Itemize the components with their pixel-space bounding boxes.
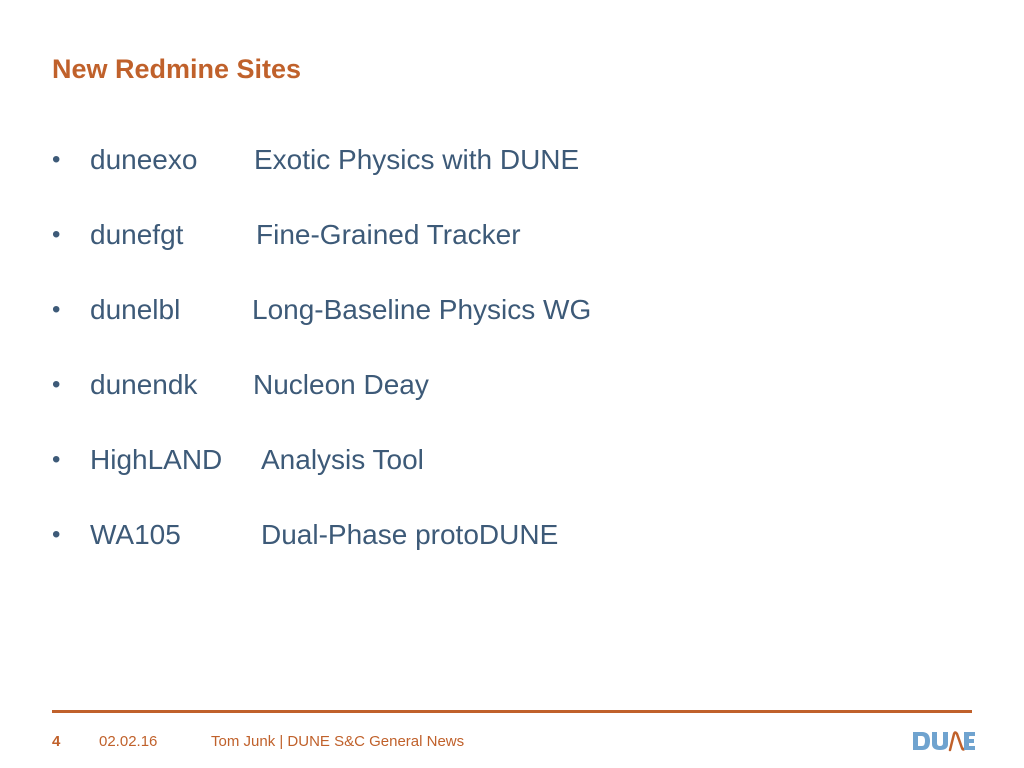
- site-name: dunefgt: [90, 219, 184, 250]
- bullet-icon: •: [52, 446, 61, 473]
- page-number: 4: [52, 733, 61, 750]
- site-name: WA105: [90, 519, 181, 550]
- bullet-icon: •: [52, 521, 61, 548]
- site-description: Nucleon Deay: [253, 369, 429, 400]
- footer-date: 02.02.16: [99, 733, 158, 750]
- site-description: Dual-Phase protoDUNE: [261, 519, 559, 550]
- slide-title: New Redmine Sites: [52, 54, 302, 84]
- site-name: duneexo: [90, 144, 198, 175]
- logo-letter-d: [913, 732, 930, 750]
- site-name: dunendk: [90, 369, 198, 400]
- logo-letter-u: [932, 732, 948, 750]
- footer-author: Tom Junk | DUNE S&C General News: [211, 733, 465, 750]
- bullet-icon: •: [52, 296, 61, 323]
- site-name: dunelbl: [90, 294, 181, 325]
- footer-divider: [52, 710, 972, 713]
- bullet-icon: •: [52, 371, 61, 398]
- footer: 4 02.02.16 Tom Junk | DUNE S&C General N…: [0, 733, 1024, 753]
- site-description: Long-Baseline Physics WG: [252, 294, 592, 325]
- site-name: HighLAND: [90, 444, 223, 475]
- bullet-icon: •: [52, 221, 61, 248]
- site-description: Exotic Physics with DUNE: [254, 144, 580, 175]
- site-description: Analysis Tool: [261, 444, 424, 475]
- logo-letter-e: [964, 732, 975, 750]
- dune-logo-icon: [913, 731, 975, 752]
- bullet-icon: •: [52, 146, 61, 173]
- site-description: Fine-Grained Tracker: [256, 219, 521, 250]
